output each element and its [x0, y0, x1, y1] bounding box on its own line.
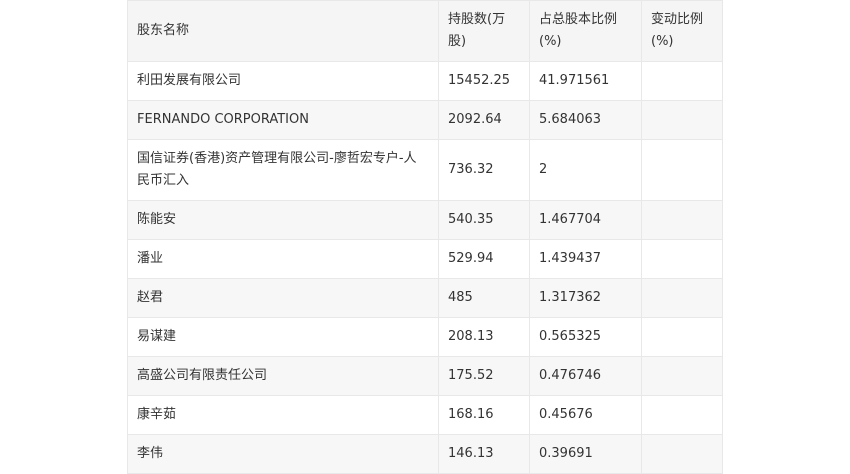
cell-shareholder-name: 潘业	[127, 239, 439, 279]
header-ratio: 占总股本比例(%)	[529, 0, 642, 62]
cell-shareholder-name: 赵君	[127, 278, 439, 318]
cell-change	[641, 61, 723, 101]
cell-shares: 2092.64	[438, 100, 530, 140]
table-row: 国信证券(香港)资产管理有限公司-廖哲宏专户-人民币汇入 736.32 2	[127, 139, 723, 201]
cell-shareholder-name: 高盛公司有限责任公司	[127, 356, 439, 396]
cell-shares: 736.32	[438, 139, 530, 201]
cell-shareholder-name: 康辛茹	[127, 395, 439, 435]
cell-shareholder-name: 陈能安	[127, 200, 439, 240]
cell-ratio: 41.971561	[529, 61, 642, 101]
cell-change	[641, 200, 723, 240]
cell-change	[641, 239, 723, 279]
table-row: 易谋建 208.13 0.565325	[127, 317, 723, 357]
header-shareholder-name: 股东名称	[127, 0, 439, 62]
shareholder-table-container: 股东名称 持股数(万股) 占总股本比例(%) 变动比例(%) 利田发展有限公司 …	[127, 0, 723, 474]
cell-ratio: 5.684063	[529, 100, 642, 140]
cell-change	[641, 395, 723, 435]
shareholder-table: 股东名称 持股数(万股) 占总股本比例(%) 变动比例(%) 利田发展有限公司 …	[127, 0, 723, 474]
cell-ratio: 0.476746	[529, 356, 642, 396]
cell-ratio: 1.439437	[529, 239, 642, 279]
header-change: 变动比例(%)	[641, 0, 723, 62]
cell-change	[641, 356, 723, 396]
table-row: 李伟 146.13 0.39691	[127, 434, 723, 474]
cell-shares: 146.13	[438, 434, 530, 474]
cell-ratio: 0.45676	[529, 395, 642, 435]
cell-shareholder-name: 国信证券(香港)资产管理有限公司-廖哲宏专户-人民币汇入	[127, 139, 439, 201]
cell-ratio: 2	[529, 139, 642, 201]
cell-shareholder-name: 易谋建	[127, 317, 439, 357]
cell-shares: 540.35	[438, 200, 530, 240]
cell-shares: 529.94	[438, 239, 530, 279]
cell-change	[641, 278, 723, 318]
table-row: 高盛公司有限责任公司 175.52 0.476746	[127, 356, 723, 396]
cell-change	[641, 434, 723, 474]
cell-shares: 208.13	[438, 317, 530, 357]
cell-ratio: 1.317362	[529, 278, 642, 318]
cell-shareholder-name: FERNANDO CORPORATION	[127, 100, 439, 140]
table-row: FERNANDO CORPORATION 2092.64 5.684063	[127, 100, 723, 140]
table-body: 利田发展有限公司 15452.25 41.971561 FERNANDO COR…	[127, 61, 723, 474]
table-row: 赵君 485 1.317362	[127, 278, 723, 318]
cell-shareholder-name: 利田发展有限公司	[127, 61, 439, 101]
cell-shares: 168.16	[438, 395, 530, 435]
cell-change	[641, 100, 723, 140]
header-row: 股东名称 持股数(万股) 占总股本比例(%) 变动比例(%)	[127, 0, 723, 62]
table-row: 康辛茹 168.16 0.45676	[127, 395, 723, 435]
cell-shareholder-name: 李伟	[127, 434, 439, 474]
table-row: 利田发展有限公司 15452.25 41.971561	[127, 61, 723, 101]
cell-ratio: 1.467704	[529, 200, 642, 240]
cell-ratio: 0.39691	[529, 434, 642, 474]
table-row: 潘业 529.94 1.439437	[127, 239, 723, 279]
header-shares: 持股数(万股)	[438, 0, 530, 62]
table-row: 陈能安 540.35 1.467704	[127, 200, 723, 240]
cell-shares: 175.52	[438, 356, 530, 396]
cell-shares: 485	[438, 278, 530, 318]
cell-shares: 15452.25	[438, 61, 530, 101]
cell-change	[641, 317, 723, 357]
cell-change	[641, 139, 723, 201]
cell-ratio: 0.565325	[529, 317, 642, 357]
table-header: 股东名称 持股数(万股) 占总股本比例(%) 变动比例(%)	[127, 0, 723, 62]
